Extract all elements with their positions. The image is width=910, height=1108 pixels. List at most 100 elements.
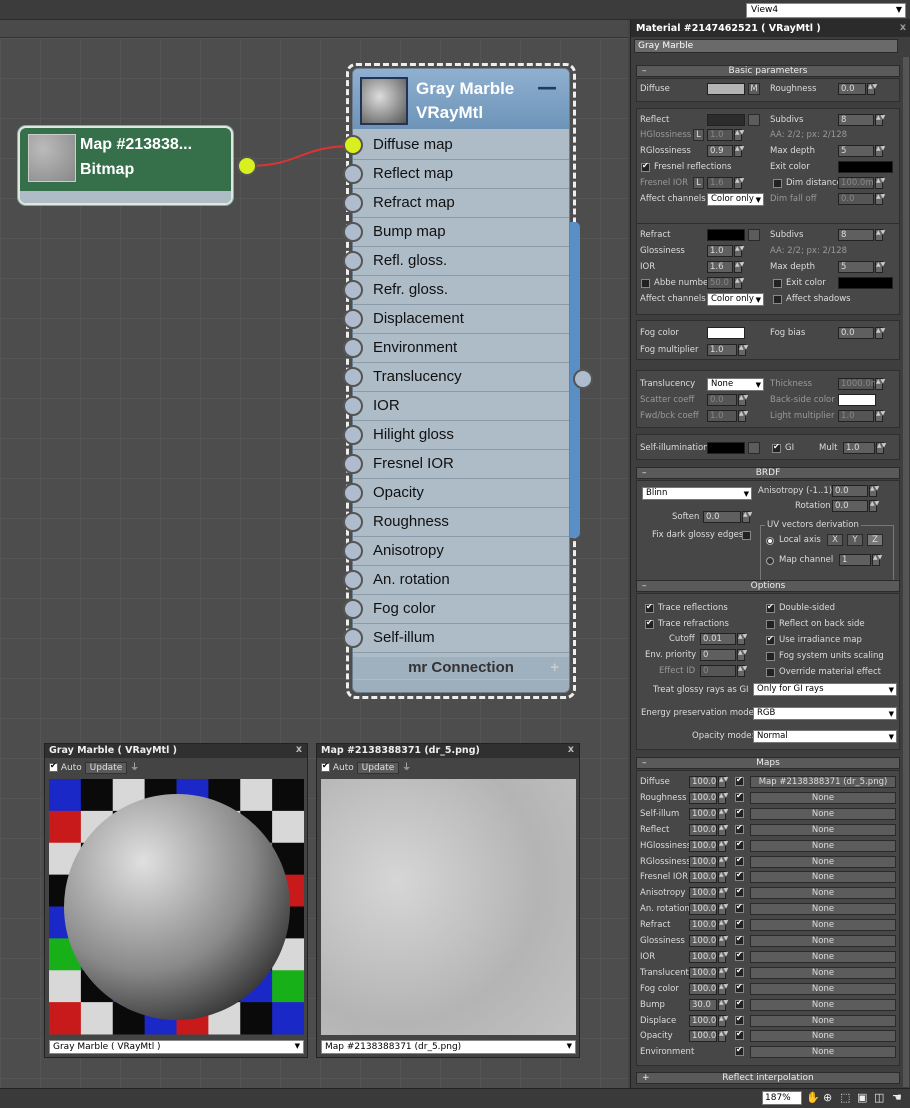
spinner-arrows-icon[interactable]: ▲▼ (734, 145, 744, 157)
rollout-brdf[interactable]: – BRDF (636, 467, 900, 479)
zoom-dropdown[interactable]: 187% (762, 1091, 802, 1105)
reflect-map-button[interactable] (748, 114, 760, 126)
close-icon[interactable]: x (296, 744, 302, 755)
slot-input-port[interactable] (343, 628, 363, 648)
reflect-back-side-checkbox[interactable] (766, 620, 775, 629)
map-enable-checkbox[interactable] (735, 902, 744, 914)
soften-spinner[interactable]: 0.0 (703, 511, 741, 523)
spinner-arrows-icon[interactable]: ▲▼ (718, 823, 728, 836)
back-side-color-swatch[interactable] (838, 394, 876, 406)
zoom-region-icon[interactable]: ⬚ (840, 1091, 850, 1104)
slot-row[interactable]: Anisotropy (353, 537, 569, 566)
filter-icon[interactable]: ⏚ (402, 763, 411, 773)
env-priority-spinner[interactable]: 0 (700, 649, 736, 661)
spinner-arrows-icon[interactable]: ▲▼ (876, 442, 886, 454)
map-amount-spinner[interactable]: 100.0 (689, 966, 717, 979)
spinner-arrows-icon[interactable]: ▲▼ (737, 649, 747, 661)
map-slot-button[interactable]: None (750, 935, 896, 947)
spinner-arrows-icon[interactable]: ▲▼ (875, 410, 885, 422)
rollout-reflect-interpolation[interactable]: + Reflect interpolation (636, 1072, 900, 1084)
map-slot-button[interactable]: None (750, 823, 896, 836)
trace-reflections-checkbox[interactable] (645, 602, 654, 613)
spinner-arrows-icon[interactable]: ▲▼ (718, 950, 728, 963)
spinner-arrows-icon[interactable]: ▲▼ (875, 327, 885, 339)
rollout-options[interactable]: – Options (636, 580, 900, 592)
map-amount-spinner[interactable]: 100.0 (689, 950, 717, 963)
exit-color-swatch[interactable] (838, 161, 893, 173)
spinner-arrows-icon[interactable]: ▲▼ (738, 394, 748, 406)
spinner-arrows-icon[interactable]: ▲▼ (872, 554, 882, 566)
spinner-arrows-icon[interactable]: ▲▼ (718, 903, 728, 916)
zoom-icon[interactable]: ⊕ (823, 1091, 832, 1104)
map-amount-spinner[interactable]: 100.0 (689, 982, 717, 995)
ior-spinner[interactable]: 1.6 (707, 261, 733, 273)
spinner-arrows-icon[interactable]: ▲▼ (738, 344, 748, 356)
slot-row[interactable]: Self-illum (353, 624, 569, 653)
map-amount-spinner[interactable]: 100.0 (689, 935, 717, 947)
slot-input-port[interactable] (343, 251, 363, 271)
auto-checkbox[interactable] (49, 761, 58, 772)
collapse-icon[interactable]: — (537, 75, 557, 99)
hglossiness-spinner[interactable]: 1.0 (707, 129, 733, 141)
map-slot-button[interactable]: None (750, 982, 896, 995)
map-channel-radio[interactable] (766, 557, 774, 565)
max-depth-spinner[interactable]: 5 (838, 145, 874, 157)
update-button[interactable]: Update (84, 762, 128, 774)
light-multiplier-spinner[interactable]: 1.0 (838, 410, 874, 422)
vray-node-header[interactable]: Gray Marble VRayMtl — (353, 69, 569, 129)
dim-fall-off-spinner[interactable]: 0.0 (838, 193, 874, 205)
map-slot-button[interactable]: None (750, 1030, 896, 1043)
fog-units-checkbox[interactable] (766, 652, 775, 661)
scatter-coeff-spinner[interactable]: 0.0 (707, 394, 737, 406)
slot-row[interactable]: Fog color (353, 595, 569, 624)
spinner-arrows-icon[interactable]: ▲▼ (718, 855, 728, 868)
rollout-maps[interactable]: – Maps (636, 757, 900, 769)
map-slot-button[interactable]: None (750, 1046, 896, 1059)
map-amount-spinner[interactable]: 100.0 (689, 791, 717, 804)
axis-y-button[interactable]: Y (847, 534, 863, 546)
spinner-arrows-icon[interactable]: ▲▼ (718, 871, 728, 884)
mr-connection-bar[interactable]: mr Connection + (353, 657, 569, 679)
spinner-arrows-icon[interactable]: ▲▼ (737, 633, 747, 645)
slot-input-port[interactable] (343, 338, 363, 358)
slot-input-port[interactable] (343, 512, 363, 532)
thickness-spinner[interactable]: 1000.0m (838, 378, 879, 390)
pan-hand-icon[interactable]: ✋ (806, 1091, 820, 1104)
bitmap-node[interactable]: Map #213838... Bitmap (18, 126, 233, 205)
slot-input-port[interactable] (343, 483, 363, 503)
map-channel-spinner[interactable]: 1 (839, 554, 871, 566)
map-amount-spinner[interactable]: 100.0 (689, 887, 717, 900)
fwd-bck-coeff-spinner[interactable]: 1.0 (707, 410, 737, 422)
slot-input-port[interactable] (343, 222, 363, 242)
rotation-spinner[interactable]: 0.0 (832, 500, 868, 512)
slot-row[interactable]: Refract map (353, 189, 569, 218)
spinner-arrows-icon[interactable]: ▲▼ (875, 114, 885, 126)
trace-refractions-checkbox[interactable] (645, 618, 654, 629)
map-enable-checkbox[interactable] (735, 950, 744, 961)
slot-row[interactable]: Roughness (353, 508, 569, 537)
view-selector[interactable]: View4 ▼ (746, 3, 906, 18)
map-amount-spinner[interactable]: 100.0 (689, 776, 717, 788)
spinner-arrows-icon[interactable]: ▲▼ (738, 410, 748, 422)
spinner-arrows-icon[interactable]: ▲▼ (718, 807, 728, 820)
affect-channels-dropdown[interactable]: Color only ▼ (707, 193, 764, 206)
map-amount-spinner[interactable]: 100.0 (689, 823, 717, 836)
cutoff-spinner[interactable]: 0.01 (700, 633, 736, 645)
fresnel-checkbox[interactable] (641, 161, 650, 172)
spinner-arrows-icon[interactable]: ▲▼ (718, 966, 728, 979)
double-sided-checkbox[interactable] (766, 602, 775, 613)
refr-subdivs-spinner[interactable]: 8 (838, 229, 874, 241)
spinner-arrows-icon[interactable]: ▲▼ (875, 229, 885, 241)
map-amount-spinner[interactable]: 100.0 (689, 919, 717, 932)
self-illumination-map-button[interactable] (748, 442, 760, 454)
map-enable-checkbox[interactable] (735, 870, 744, 882)
irradiance-map-checkbox[interactable] (766, 634, 775, 645)
panel-scrollbar[interactable] (903, 57, 909, 1087)
glossiness-spinner[interactable]: 1.0 (707, 245, 733, 257)
zoom-extents-selected-icon[interactable]: ◫ (874, 1091, 884, 1104)
map-amount-spinner[interactable]: 100.0 (689, 903, 717, 916)
spinner-arrows-icon[interactable]: ▲▼ (737, 665, 747, 677)
map-amount-spinner[interactable]: 100.0 (689, 807, 717, 820)
map-slot-button[interactable]: None (750, 966, 896, 979)
spinner-arrows-icon[interactable]: ▲▼ (718, 791, 728, 804)
